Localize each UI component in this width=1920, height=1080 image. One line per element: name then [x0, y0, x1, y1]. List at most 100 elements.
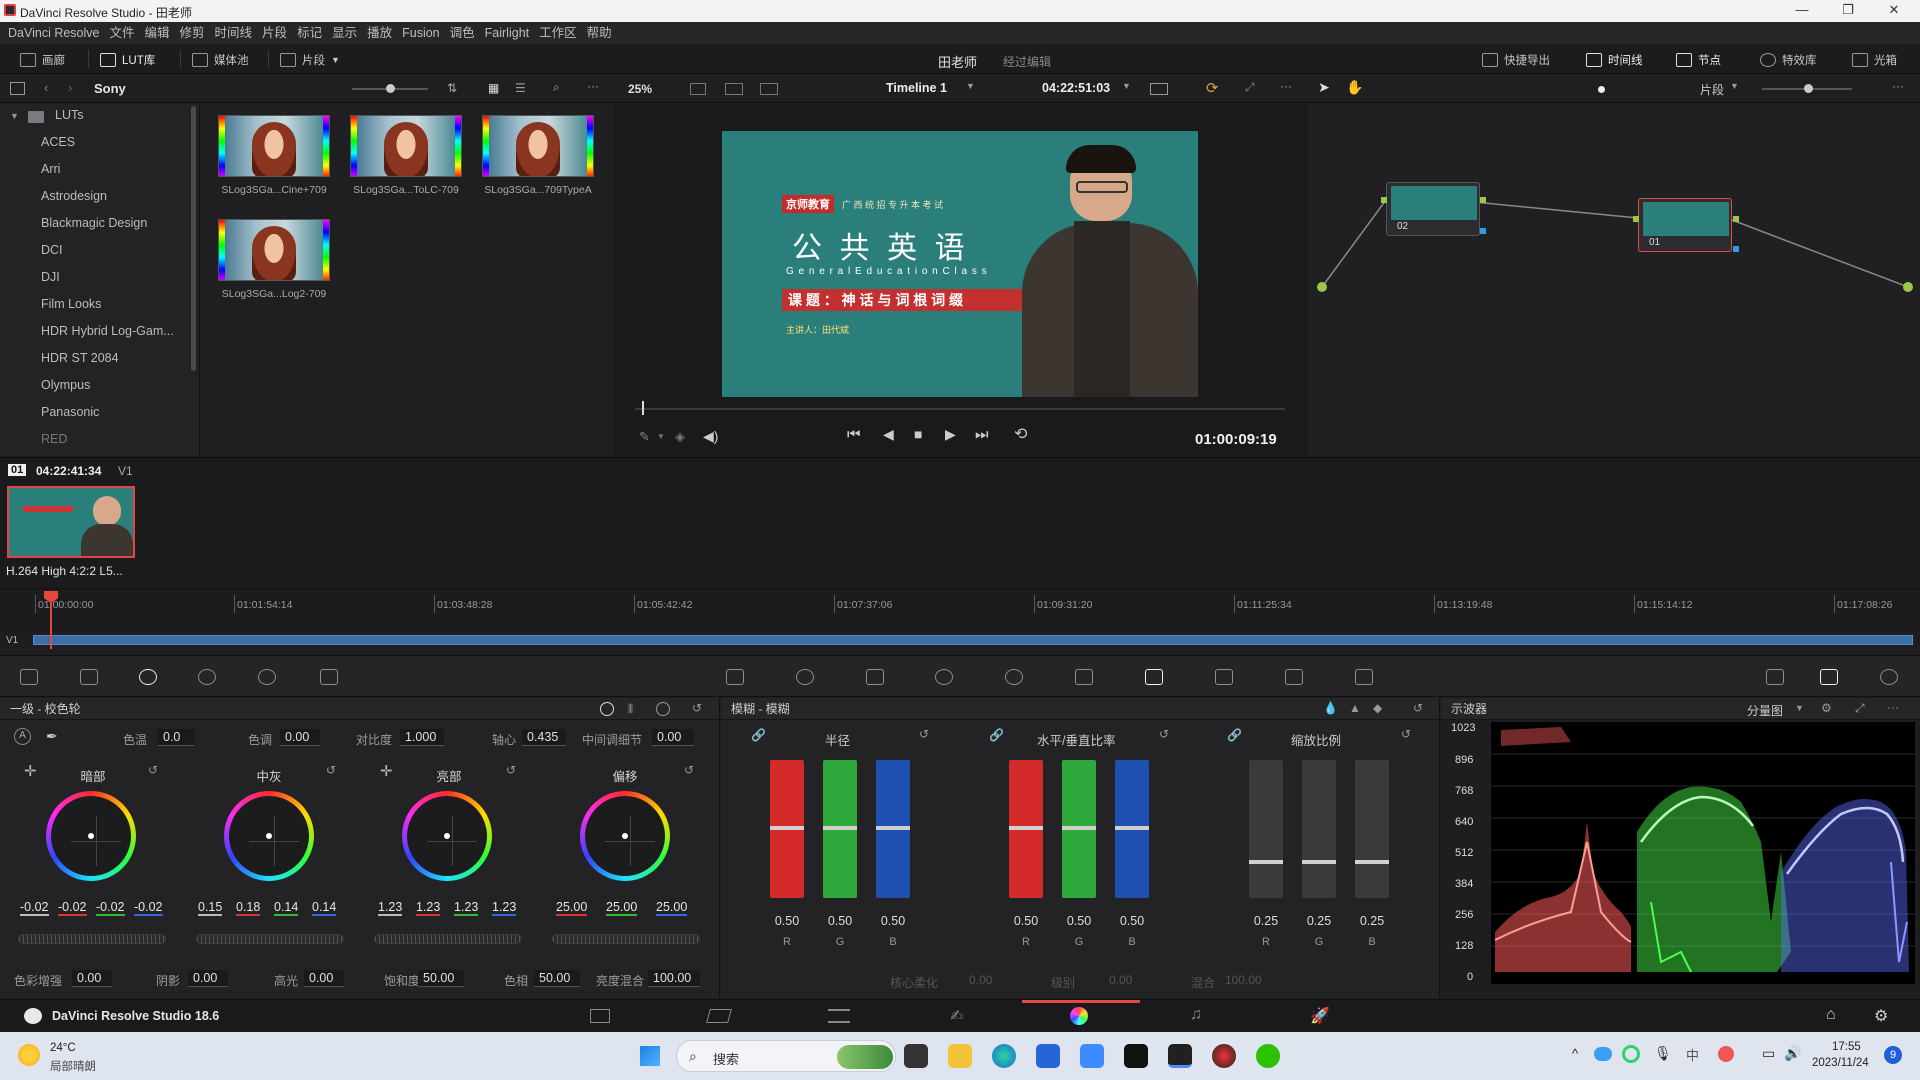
gamma-r[interactable]: 0.18 — [236, 900, 261, 916]
lift-y[interactable]: -0.02 — [20, 900, 49, 916]
hv-b-slider[interactable] — [1115, 760, 1149, 898]
lut-folder-item[interactable]: DCI — [41, 243, 63, 257]
chrome-icon[interactable] — [1212, 1044, 1236, 1068]
sort-icon[interactable]: ⇅ — [447, 81, 457, 95]
menu-resolve[interactable]: DaVinci Resolve — [8, 22, 99, 44]
scopes-toggle-icon[interactable] — [1820, 669, 1838, 685]
fullscreen-icon[interactable]: ⤢ — [1245, 80, 1255, 95]
offset-b[interactable]: 25.00 — [656, 900, 688, 916]
volume-icon[interactable]: ◀) — [703, 428, 718, 445]
search-icon[interactable]: ⌕ — [553, 80, 560, 95]
menu-fairlight[interactable]: Fairlight — [485, 22, 529, 44]
quick-export-button[interactable]: 快捷导出 — [1482, 51, 1550, 69]
qualifier-icon[interactable] — [866, 669, 884, 685]
thumb-size-slider[interactable] — [352, 84, 428, 93]
scope-more-icon[interactable]: ··· — [1887, 700, 1899, 714]
scale-g-value[interactable]: 0.25 — [1299, 914, 1339, 928]
layers-icon[interactable]: ◈ — [675, 429, 685, 445]
node-mode-dropdown[interactable]: 片段 — [1700, 81, 1724, 98]
deliver-page-icon[interactable]: 🚀 — [1310, 1006, 1330, 1026]
radius-b-value[interactable]: 0.50 — [873, 914, 913, 928]
capcut-icon[interactable] — [1124, 1044, 1148, 1068]
tray-red-icon[interactable] — [1718, 1046, 1734, 1062]
davinci-taskbar-icon[interactable] — [1168, 1044, 1192, 1068]
lut-folder-item[interactable]: DJI — [41, 270, 60, 284]
radius-g-value[interactable]: 0.50 — [820, 914, 860, 928]
lut-thumbnail[interactable] — [218, 115, 330, 177]
node-mode-chevron-icon[interactable]: ▼ — [1730, 81, 1739, 91]
timeline-track-bar[interactable] — [33, 635, 1913, 645]
tracker-icon[interactable] — [1005, 669, 1023, 685]
lut-folder-item[interactable]: HDR Hybrid Log-Gam... — [41, 324, 174, 338]
grid-view-icon[interactable]: ▦ — [488, 81, 499, 95]
sizing-icon[interactable] — [1285, 669, 1303, 685]
hand-tool-icon[interactable]: ✋ — [1346, 79, 1363, 96]
minimize-button[interactable]: — — [1780, 0, 1824, 22]
mini-timeline[interactable]: 01:00:00:00 01:01:54:14 01:03:48:28 01:0… — [0, 588, 1920, 649]
clips-button[interactable]: 片段 ▼ — [280, 51, 340, 69]
camera-raw-icon[interactable] — [20, 669, 38, 685]
feishu-icon[interactable] — [1080, 1044, 1104, 1068]
nodes-toggle-button[interactable]: 节点 — [1676, 51, 1721, 69]
file-explorer-icon[interactable] — [948, 1044, 972, 1068]
more-options-icon[interactable]: ··· — [587, 79, 599, 93]
lut-folder-item[interactable]: HDR ST 2084 — [41, 351, 119, 365]
back-icon[interactable]: ‹ — [44, 80, 48, 95]
edge-icon[interactable] — [992, 1044, 1016, 1068]
hv-r-value[interactable]: 0.50 — [1006, 914, 1046, 928]
scale-link-icon[interactable]: 🔗 — [1227, 728, 1242, 742]
curves-icon[interactable] — [726, 669, 744, 685]
hdr-wheels-icon[interactable] — [198, 669, 216, 685]
lift-wheel[interactable] — [46, 791, 136, 881]
menu-file[interactable]: 文件 — [109, 22, 134, 44]
gain-y[interactable]: 1.23 — [378, 900, 403, 916]
menu-edit[interactable]: 编辑 — [145, 22, 170, 44]
menu-view[interactable]: 显示 — [332, 22, 357, 44]
offset-master-wheel[interactable] — [552, 934, 700, 944]
node-zoom-slider[interactable] — [1762, 84, 1852, 93]
gamma-b[interactable]: 0.14 — [312, 900, 337, 916]
video-frame[interactable]: 京师教育 广 西 统 招 专 升 本 考 试 公 共 英 语 G e n e r… — [722, 131, 1198, 397]
color-warper-icon[interactable] — [796, 669, 814, 685]
effects-button[interactable]: 特效库 — [1760, 51, 1817, 69]
offset-g[interactable]: 25.00 — [606, 900, 638, 916]
skip-end-icon[interactable]: ⏭ — [975, 426, 989, 443]
speaker-icon[interactable]: 🔊 — [1784, 1045, 1801, 1062]
radius-b-slider[interactable] — [876, 760, 910, 898]
bars-mode-icon[interactable]: ⫴ — [628, 702, 633, 717]
contrast-value[interactable]: 1.000 — [400, 729, 444, 746]
highlights-value[interactable]: 0.00 — [304, 970, 344, 987]
color-boost-value[interactable]: 0.00 — [72, 970, 112, 987]
blur-mode-icon[interactable]: 💧 — [1323, 701, 1338, 715]
menu-workspace[interactable]: 工作区 — [539, 22, 577, 44]
lightbox-toggle-icon[interactable] — [1766, 669, 1784, 685]
reverse-play-icon[interactable]: ◀ — [883, 426, 894, 443]
timeline-playhead-line[interactable] — [50, 601, 52, 649]
gamma-master-wheel[interactable] — [196, 934, 344, 944]
node-01[interactable]: 01 — [1638, 198, 1732, 252]
gain-r[interactable]: 1.23 — [416, 900, 441, 916]
lift-r[interactable]: -0.02 — [58, 900, 87, 916]
lut-folder-item[interactable]: Astrodesign — [41, 189, 107, 203]
radius-r-slider[interactable] — [770, 760, 804, 898]
menu-timeline[interactable]: 时间线 — [215, 22, 253, 44]
ime-icon[interactable]: 中 — [1686, 1045, 1699, 1064]
gamma-y[interactable]: 0.15 — [198, 900, 223, 916]
single-viewer-icon[interactable] — [690, 83, 706, 95]
scope-expand-icon[interactable]: ⤢ — [1855, 701, 1865, 716]
3d-icon[interactable] — [1355, 669, 1373, 685]
lut-thumbnail[interactable] — [350, 115, 462, 177]
temp-value[interactable]: 0.0 — [158, 729, 194, 746]
offset-wheel[interactable] — [580, 791, 670, 881]
primaries-wheels-icon[interactable] — [139, 669, 157, 685]
hv-b-value[interactable]: 0.50 — [1112, 914, 1152, 928]
lightbox-button[interactable]: 光箱 — [1852, 51, 1897, 69]
color-page-icon[interactable] — [1070, 1007, 1088, 1025]
lut-folder-item[interactable]: ACES — [41, 135, 75, 149]
home-icon[interactable]: ⌂ — [1826, 1006, 1836, 1024]
play-icon[interactable]: ▶ — [945, 426, 956, 443]
scale-r-value[interactable]: 0.25 — [1246, 914, 1286, 928]
lut-folder-item[interactable]: Panasonic — [41, 405, 99, 419]
scale-reset-icon[interactable]: ↺ — [1401, 727, 1411, 741]
viewer-zoom[interactable]: 25% — [628, 82, 652, 96]
